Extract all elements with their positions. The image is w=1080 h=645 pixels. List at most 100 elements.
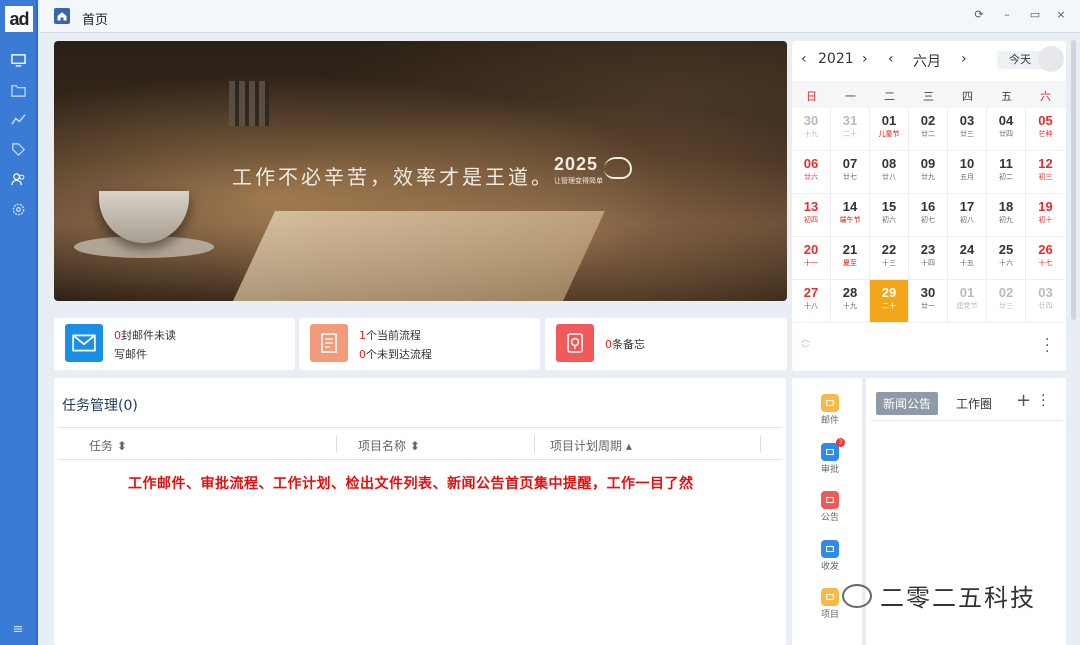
quick-announce[interactable]: 公告: [812, 491, 848, 523]
lunar-date: 建党节: [956, 302, 978, 310]
folder-icon[interactable]: [10, 82, 26, 98]
calendar-day[interactable]: 02 廿二: [909, 108, 948, 151]
restore-button[interactable]: ▭: [1028, 8, 1042, 22]
column-task[interactable]: 任务 ⬍: [89, 437, 127, 454]
column-project-name[interactable]: 项目名称 ⬍: [358, 437, 420, 454]
calendar-month[interactable]: 六月: [913, 51, 941, 71]
calendar-day[interactable]: 13 初四: [792, 194, 831, 237]
pending-flow-line[interactable]: 0个未到达流程: [359, 346, 432, 362]
calendar-day[interactable]: 17 初八: [948, 194, 987, 237]
mail-card[interactable]: 0封邮件未读 写邮件: [54, 318, 295, 370]
calendar-day[interactable]: 24 十五: [948, 237, 987, 280]
tag-icon[interactable]: [10, 141, 26, 157]
calendar-day[interactable]: 11 初二: [987, 151, 1026, 194]
gear-icon[interactable]: [10, 201, 26, 217]
day-number: 16: [920, 199, 936, 214]
lunar-date: 十四: [921, 259, 935, 267]
calendar-day[interactable]: 01 建党节: [948, 280, 987, 323]
task-overlay-note: 工作邮件、审批流程、工作计划、检出文件列表、新闻公告首页集中提醒，工作一目了然: [128, 476, 694, 492]
calendar-day[interactable]: 14 端午节: [831, 194, 870, 237]
calendar-more-icon[interactable]: · · ·: [1045, 333, 1049, 359]
memo-card[interactable]: 0条备忘: [545, 318, 787, 370]
calendar-day-today[interactable]: 29 二十: [870, 280, 909, 323]
calendar-day[interactable]: 10 五月: [948, 151, 987, 194]
memo-line[interactable]: 0条备忘: [605, 336, 645, 352]
current-flow-line[interactable]: 1个当前流程: [359, 327, 421, 343]
calendar-day[interactable]: 15 初六: [870, 194, 909, 237]
calendar-day[interactable]: 01 儿童节: [870, 108, 909, 151]
calendar-day[interactable]: 19 初十: [1026, 194, 1065, 237]
calendar-day[interactable]: 22 十三: [870, 237, 909, 280]
calendar-day[interactable]: 03 廿四: [1026, 280, 1065, 323]
calendar-day[interactable]: 16 初七: [909, 194, 948, 237]
home-icon[interactable]: [54, 8, 70, 24]
lunar-date: 初三: [1038, 173, 1053, 181]
refresh-button[interactable]: ⟳: [972, 8, 986, 22]
quick-mail[interactable]: 邮件: [812, 394, 848, 426]
next-month-button[interactable]: ›: [961, 51, 967, 67]
flow-card[interactable]: 1个当前流程 0个未到达流程: [299, 318, 540, 370]
calendar-day[interactable]: 07 廿七: [831, 151, 870, 194]
day-number: 21: [842, 242, 858, 257]
menu-toggle-icon[interactable]: ≡: [10, 621, 26, 637]
day-number: 09: [920, 156, 936, 171]
calendar-day[interactable]: 23 十四: [909, 237, 948, 280]
calendar-day[interactable]: 05 芒种: [1026, 108, 1065, 151]
calendar-day[interactable]: 30 十九: [792, 108, 831, 151]
calendar-day[interactable]: 08 廿八: [870, 151, 909, 194]
tab-work-circle[interactable]: 工作圈: [956, 395, 992, 412]
prev-year-button[interactable]: ‹: [801, 51, 807, 67]
day-number: 06: [803, 156, 819, 171]
tab-news[interactable]: 新闻公告: [876, 392, 939, 415]
more-icon[interactable]: · · ·: [1041, 389, 1045, 413]
day-number: 07: [842, 156, 858, 171]
minimize-button[interactable]: –: [1000, 8, 1014, 22]
page-title: 首页: [82, 13, 109, 28]
day-number: 01: [959, 285, 975, 300]
calendar-day[interactable]: 31 二十: [831, 108, 870, 151]
calendar-day[interactable]: 18 初九: [987, 194, 1026, 237]
calendar-day[interactable]: 06 廿六: [792, 151, 831, 194]
calendar-day[interactable]: 09 廿九: [909, 151, 948, 194]
write-mail-link[interactable]: 写邮件: [114, 346, 147, 362]
calendar-day[interactable]: 30 廿一: [909, 280, 948, 323]
column-divider: [534, 435, 535, 453]
next-year-button[interactable]: ›: [862, 51, 868, 67]
calendar-day[interactable]: 03 廿三: [948, 108, 987, 151]
quick-exchange[interactable]: 收发: [812, 540, 848, 572]
calendar-day[interactable]: 21 夏至: [831, 237, 870, 280]
lunar-date: 十八: [804, 302, 818, 310]
monitor-icon[interactable]: [10, 52, 26, 68]
calendar-day[interactable]: 27 十八: [792, 280, 831, 323]
column-project-period[interactable]: 项目计划周期 ▴: [550, 437, 632, 454]
chart-icon[interactable]: [10, 111, 26, 127]
day-number: 26: [1038, 242, 1053, 257]
unread-mail-line[interactable]: 0封邮件未读: [114, 327, 176, 343]
calendar-day[interactable]: 25 十六: [987, 237, 1026, 280]
today-button[interactable]: 今天: [997, 51, 1043, 69]
calendar-day[interactable]: 04 廿四: [987, 108, 1026, 151]
users-icon[interactable]: [10, 171, 26, 187]
day-number: 11: [999, 156, 1013, 171]
calendar-day[interactable]: 20 十一: [792, 237, 831, 280]
column-divider: [760, 435, 761, 453]
lunar-date: 十一: [804, 259, 818, 267]
calendar-scroll-arrows[interactable]: ︿ ﹀: [801, 335, 810, 355]
day-number: 18: [998, 199, 1014, 214]
calendar-day[interactable]: 26 十七: [1026, 237, 1065, 280]
calendar-day[interactable]: 02 廿三: [987, 280, 1026, 323]
prev-month-button[interactable]: ‹: [888, 51, 894, 67]
calendar-toggle[interactable]: [1038, 46, 1064, 72]
calendar-year[interactable]: 2021: [818, 51, 854, 67]
lunar-date: 廿九: [921, 173, 935, 181]
quick-approve[interactable]: 3 审批: [812, 438, 848, 475]
calendar-day[interactable]: 12 初三: [1026, 151, 1065, 194]
lunar-date: 廿四: [999, 130, 1013, 138]
calendar-day[interactable]: 28 十九: [831, 280, 870, 323]
day-number: 17: [959, 199, 975, 214]
scrollbar[interactable]: [1071, 40, 1076, 320]
add-icon[interactable]: +: [1016, 390, 1031, 411]
lunar-date: 廿七: [843, 173, 857, 181]
close-button[interactable]: ×: [1054, 8, 1068, 22]
banner-brand-year: 2025: [554, 154, 599, 174]
